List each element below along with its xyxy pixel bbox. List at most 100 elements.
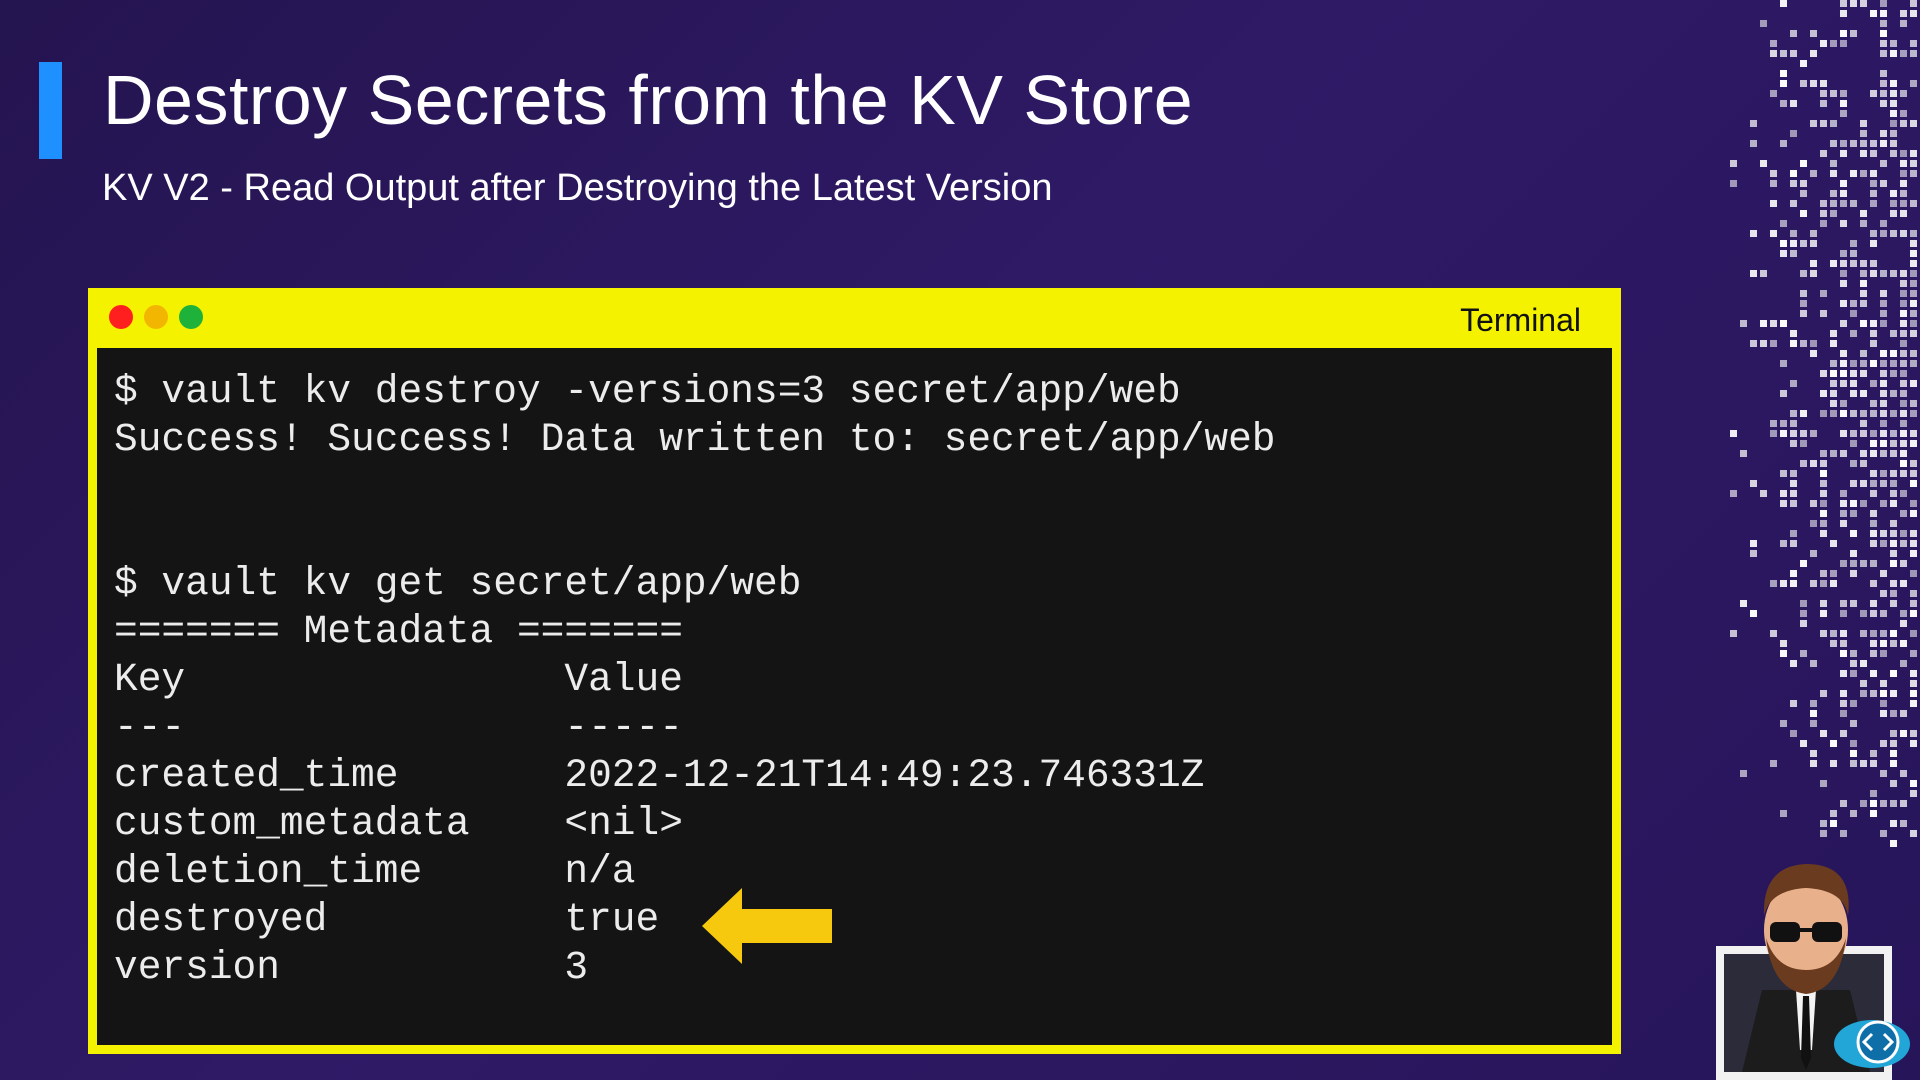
decorative-dot (1800, 740, 1807, 747)
decorative-dot (1880, 270, 1887, 277)
decorative-dot (1810, 80, 1817, 87)
decorative-dot (1850, 440, 1857, 447)
decorative-dot (1900, 540, 1907, 547)
decorative-dot (1870, 750, 1877, 757)
decorative-dot (1830, 360, 1837, 367)
decorative-dot (1890, 530, 1897, 537)
maximize-dot-icon[interactable] (179, 305, 203, 329)
decorative-dot (1790, 330, 1797, 337)
decorative-dot (1880, 800, 1887, 807)
decorative-dot (1820, 510, 1827, 517)
decorative-dot (1780, 0, 1787, 7)
decorative-dot (1850, 550, 1857, 557)
decorative-dot (1900, 310, 1907, 317)
decorative-dot (1900, 380, 1907, 387)
decorative-dot (1880, 680, 1887, 687)
minimize-dot-icon[interactable] (144, 305, 168, 329)
decorative-dot (1880, 590, 1887, 597)
decorative-dot (1800, 180, 1807, 187)
decorative-dot (1880, 700, 1887, 707)
decorative-dot (1800, 310, 1807, 317)
decorative-dot (1790, 380, 1797, 387)
decorative-dot (1810, 710, 1817, 717)
decorative-dot (1890, 470, 1897, 477)
decorative-dot (1820, 90, 1827, 97)
decorative-dot (1760, 160, 1767, 167)
decorative-dot (1910, 280, 1917, 287)
decorative-dot (1890, 490, 1897, 497)
decorative-dot (1830, 210, 1837, 217)
decorative-dot (1780, 250, 1787, 257)
decorative-dot (1800, 460, 1807, 467)
decorative-dot (1800, 160, 1807, 167)
decorative-dot (1840, 600, 1847, 607)
decorative-dot (1800, 60, 1807, 67)
decorative-dot (1850, 310, 1857, 317)
decorative-dot (1810, 500, 1817, 507)
decorative-dot (1830, 450, 1837, 457)
decorative-dot (1870, 180, 1877, 187)
decorative-dot (1900, 230, 1907, 237)
decorative-dot (1900, 370, 1907, 377)
decorative-dot (1880, 690, 1887, 697)
decorative-dot (1790, 470, 1797, 477)
decorative-dot (1870, 630, 1877, 637)
decorative-dot (1850, 330, 1857, 337)
decorative-dot (1840, 380, 1847, 387)
decorative-dot (1790, 660, 1797, 667)
decorative-dot (1820, 580, 1827, 587)
decorative-dot (1820, 630, 1827, 637)
decorative-dot (1850, 810, 1857, 817)
decorative-dot (1750, 480, 1757, 487)
decorative-dot (1890, 780, 1897, 787)
decorative-dot (1830, 260, 1837, 267)
decorative-dot (1910, 480, 1917, 487)
decorative-dot (1890, 80, 1897, 87)
decorative-dot (1910, 600, 1917, 607)
decorative-dot (1910, 550, 1917, 557)
decorative-dot (1880, 470, 1887, 477)
cloud-code-logo-icon (1834, 1020, 1910, 1068)
decorative-dot (1910, 230, 1917, 237)
decorative-dot (1890, 430, 1897, 437)
decorative-dot (1770, 200, 1777, 207)
decorative-dot (1890, 150, 1897, 157)
decorative-dot (1820, 780, 1827, 787)
decorative-dot (1810, 340, 1817, 347)
decorative-dot (1900, 110, 1907, 117)
decorative-dot (1890, 90, 1897, 97)
decorative-dot (1900, 400, 1907, 407)
decorative-dot (1770, 760, 1777, 767)
decorative-dot (1830, 330, 1837, 337)
decorative-dot (1900, 430, 1907, 437)
decorative-dot (1850, 140, 1857, 147)
decorative-dot (1790, 730, 1797, 737)
decorative-dot (1880, 480, 1887, 487)
decorative-dot (1910, 410, 1917, 417)
decorative-dot (1840, 490, 1847, 497)
decorative-dot (1730, 430, 1737, 437)
decorative-dot (1800, 610, 1807, 617)
decorative-dot (1840, 640, 1847, 647)
decorative-dot (1900, 20, 1907, 27)
decorative-dot (1890, 480, 1897, 487)
decorative-dot (1780, 540, 1787, 547)
decorative-dot (1870, 810, 1877, 817)
decorative-dot (1770, 40, 1777, 47)
decorative-dot (1820, 370, 1827, 377)
decorative-dot (1880, 20, 1887, 27)
decorative-dot (1790, 500, 1797, 507)
decorative-dot (1810, 120, 1817, 127)
decorative-dot (1840, 400, 1847, 407)
decorative-dot (1880, 380, 1887, 387)
terminal-line: Success! Success! Data written to: secre… (114, 417, 1276, 462)
close-dot-icon[interactable] (109, 305, 133, 329)
decorative-dot (1860, 680, 1867, 687)
decorative-dot (1870, 200, 1877, 207)
decorative-dot (1790, 50, 1797, 57)
decorative-dot (1850, 720, 1857, 727)
decorative-dot (1860, 480, 1867, 487)
decorative-dot (1840, 250, 1847, 257)
decorative-dot (1870, 400, 1877, 407)
